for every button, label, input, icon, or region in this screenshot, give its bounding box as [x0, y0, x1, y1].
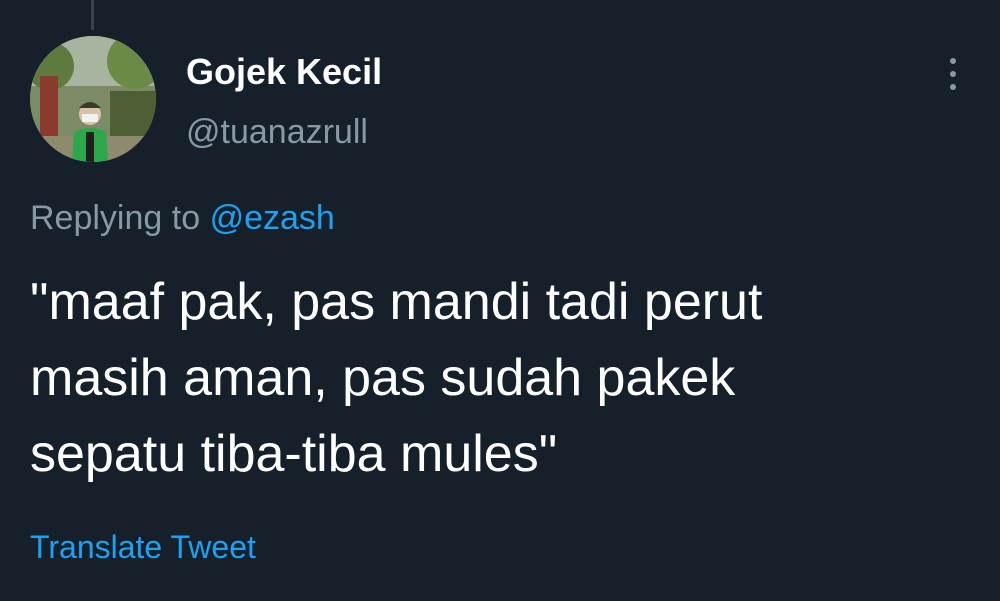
- replying-to-line: Replying to @ezash: [30, 196, 335, 240]
- tweet-text: "maaf pak, pas mandi tadi perut masih am…: [30, 273, 763, 483]
- translate-tweet-link[interactable]: Translate Tweet: [30, 526, 256, 568]
- replying-to-label: Replying to: [30, 199, 201, 237]
- more-options-button[interactable]: [936, 54, 970, 94]
- avatar[interactable]: [30, 36, 156, 162]
- author-handle[interactable]: @tuanazrull: [186, 110, 368, 154]
- author-display-name[interactable]: Gojek Kecil: [186, 50, 382, 94]
- avatar-photo: [30, 36, 156, 162]
- replying-to-mention-link[interactable]: @ezash: [210, 199, 335, 237]
- thread-connector-line: [91, 0, 94, 30]
